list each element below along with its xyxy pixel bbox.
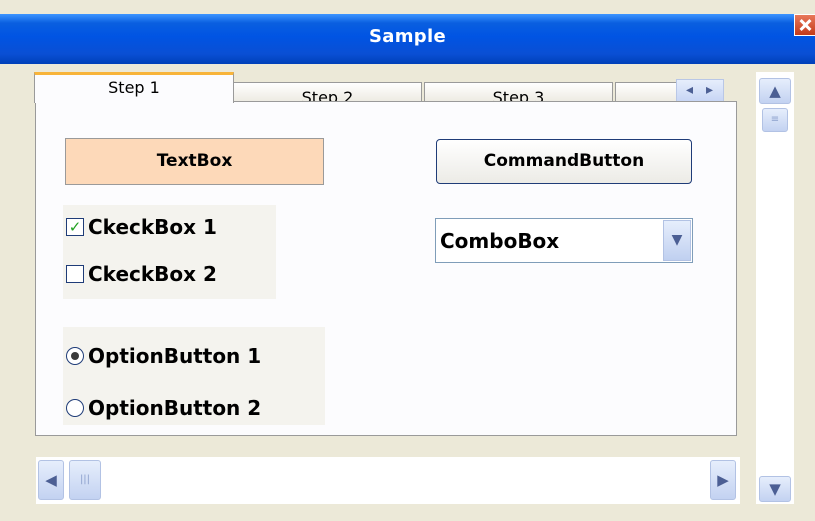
- textbox[interactable]: TextBox: [65, 138, 324, 185]
- tab-scroll-left-icon[interactable]: ◂: [686, 82, 693, 98]
- checkbox-2-label: CkeckBox 2: [88, 262, 217, 286]
- combobox[interactable]: ComboBox ▼: [435, 218, 693, 263]
- radio-2[interactable]: [66, 399, 84, 417]
- horizontal-scrollbar[interactable]: ◀ ||| ▶: [36, 457, 740, 504]
- option-button-1-label: OptionButton 1: [88, 344, 262, 368]
- command-button[interactable]: CommandButton: [436, 139, 692, 184]
- checkbox-1[interactable]: ✓ CkeckBox 1: [66, 215, 217, 239]
- tab-step-1[interactable]: Step 1: [34, 72, 234, 103]
- horizontal-scroll-thumb[interactable]: |||: [69, 460, 101, 500]
- scroll-down-button[interactable]: ▼: [759, 476, 791, 502]
- title-bar[interactable]: Sample: [0, 14, 815, 64]
- tab-step-4[interactable]: [615, 82, 677, 103]
- scroll-right-button[interactable]: ▶: [710, 460, 736, 500]
- option-button-2-label: OptionButton 2: [88, 396, 262, 420]
- scroll-up-button[interactable]: ▲: [759, 78, 791, 104]
- vertical-scroll-thumb[interactable]: ≡: [762, 108, 788, 132]
- option-button-2[interactable]: OptionButton 2: [66, 396, 261, 420]
- combobox-value: ComboBox: [440, 229, 560, 253]
- dialog-window: Sample Step 1 Step 2 Step 3 ◂ ▸ TextBox …: [0, 0, 815, 521]
- checkbox-2-box[interactable]: [66, 265, 84, 283]
- scroll-left-button[interactable]: ◀: [38, 460, 64, 500]
- radio-1[interactable]: [66, 347, 84, 365]
- tab-scroll-buttons[interactable]: ◂ ▸: [676, 79, 724, 103]
- tab-scroll-right-icon[interactable]: ▸: [706, 82, 713, 98]
- vertical-scrollbar[interactable]: ▲ ≡ ▼: [756, 72, 794, 504]
- checkbox-1-label: CkeckBox 1: [88, 215, 217, 239]
- chevron-down-icon[interactable]: ▼: [663, 220, 691, 261]
- checkbox-2[interactable]: CkeckBox 2: [66, 262, 217, 286]
- option-button-1[interactable]: OptionButton 1: [66, 344, 261, 368]
- tab-step-3[interactable]: Step 3: [424, 82, 613, 107]
- tab-step-2[interactable]: Step 2: [233, 82, 422, 107]
- close-button[interactable]: [794, 14, 815, 36]
- checkbox-1-box[interactable]: ✓: [66, 218, 84, 236]
- window-title: Sample: [369, 26, 446, 47]
